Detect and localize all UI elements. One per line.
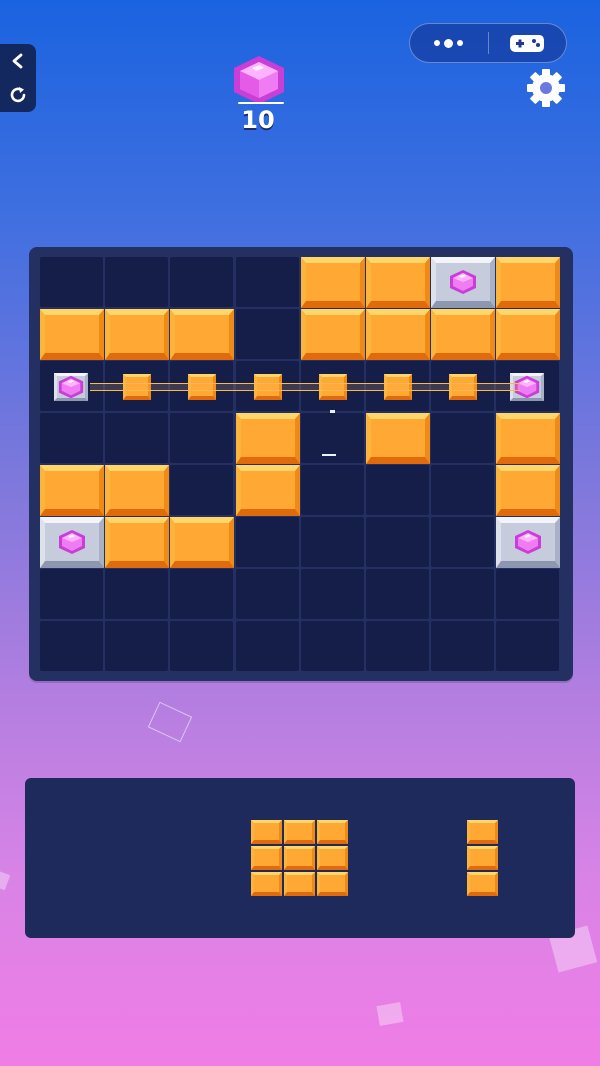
board-cell[interactable] bbox=[105, 621, 169, 671]
piece-block bbox=[467, 846, 498, 870]
orange-block bbox=[40, 309, 104, 360]
board-cell[interactable] bbox=[431, 413, 495, 463]
gem-icon bbox=[450, 270, 477, 294]
orange-block bbox=[496, 465, 561, 516]
piece-block bbox=[467, 820, 498, 844]
piece-block bbox=[284, 820, 315, 844]
piece-block bbox=[284, 872, 315, 896]
board-cell[interactable] bbox=[431, 517, 495, 567]
piece-block bbox=[317, 846, 348, 870]
deco-square-edge bbox=[0, 869, 11, 891]
gear-icon[interactable] bbox=[524, 66, 568, 110]
restart-button[interactable] bbox=[4, 81, 32, 109]
tray-piece-1x3[interactable] bbox=[467, 820, 498, 896]
chevron-left-icon bbox=[12, 53, 23, 69]
gem-stone-block bbox=[54, 373, 88, 401]
board-cell[interactable] bbox=[235, 257, 299, 307]
gem-stone-block bbox=[431, 257, 496, 308]
board-cell[interactable] bbox=[235, 569, 299, 619]
board-cell[interactable] bbox=[496, 621, 560, 671]
piece-block bbox=[251, 846, 282, 870]
orange-block bbox=[235, 465, 300, 516]
deco-diamond bbox=[147, 701, 193, 743]
gamepad-icon bbox=[510, 35, 545, 52]
board-cell[interactable] bbox=[170, 465, 234, 515]
board-cell[interactable] bbox=[300, 569, 364, 619]
refresh-icon bbox=[10, 87, 26, 103]
board-cell[interactable] bbox=[431, 465, 495, 515]
gem-stone-block bbox=[496, 517, 561, 568]
board-cell[interactable] bbox=[40, 257, 103, 307]
board-cell[interactable] bbox=[235, 621, 299, 671]
piece-block bbox=[251, 872, 282, 896]
gem-counter-icon bbox=[234, 56, 284, 104]
board-cell[interactable] bbox=[366, 465, 429, 515]
orange-block bbox=[170, 517, 235, 568]
gem-count: 10 bbox=[241, 106, 275, 134]
board-cell[interactable] bbox=[300, 465, 364, 515]
orange-block bbox=[496, 413, 561, 464]
tray-piece-3x3[interactable] bbox=[251, 820, 348, 896]
orange-block bbox=[105, 517, 170, 568]
orange-block bbox=[366, 309, 430, 360]
board-cell[interactable] bbox=[170, 413, 234, 463]
gem-icon bbox=[515, 530, 542, 554]
piece-block bbox=[317, 820, 348, 844]
board-cell[interactable] bbox=[40, 413, 103, 463]
board-cell[interactable] bbox=[300, 517, 364, 567]
piece-block bbox=[284, 846, 315, 870]
board-cell[interactable] bbox=[431, 569, 495, 619]
board-cell[interactable] bbox=[105, 569, 169, 619]
orange-block bbox=[300, 257, 365, 308]
orange-block bbox=[496, 309, 561, 360]
gem-icon bbox=[59, 530, 85, 554]
board-cell[interactable] bbox=[496, 569, 560, 619]
board-cell[interactable] bbox=[40, 569, 103, 619]
gem-stone-block bbox=[40, 517, 104, 568]
orange-block bbox=[366, 257, 430, 308]
piece-block bbox=[317, 872, 348, 896]
board-cell[interactable] bbox=[235, 309, 299, 359]
more-dots-icon bbox=[434, 38, 464, 48]
orange-block bbox=[170, 309, 235, 360]
back-button[interactable] bbox=[4, 47, 32, 75]
board-cell[interactable] bbox=[366, 569, 429, 619]
board-cell[interactable] bbox=[40, 621, 103, 671]
board-cell[interactable] bbox=[170, 257, 234, 307]
deco-square-small bbox=[376, 1002, 404, 1026]
board-cell[interactable] bbox=[431, 621, 495, 671]
clear-line-beam bbox=[90, 383, 520, 391]
more-button[interactable] bbox=[410, 24, 488, 62]
board-cell[interactable] bbox=[366, 621, 429, 671]
board-cell[interactable] bbox=[300, 621, 364, 671]
board-cell[interactable] bbox=[366, 517, 429, 567]
board-cell[interactable] bbox=[170, 569, 234, 619]
board-cell[interactable] bbox=[105, 257, 169, 307]
orange-block bbox=[105, 465, 170, 516]
piece-block bbox=[467, 872, 498, 896]
orange-block bbox=[496, 257, 561, 308]
particle-speck bbox=[322, 454, 336, 456]
orange-block bbox=[431, 309, 496, 360]
side-nav bbox=[0, 44, 36, 112]
gem-underline bbox=[238, 102, 284, 104]
gamepad-button[interactable] bbox=[489, 24, 567, 62]
orange-block bbox=[235, 413, 300, 464]
gem-icon bbox=[58, 375, 84, 399]
board-cell[interactable] bbox=[170, 621, 234, 671]
mini-program-capsule bbox=[409, 23, 567, 63]
orange-block bbox=[105, 309, 170, 360]
orange-block bbox=[366, 413, 430, 464]
board-cell[interactable] bbox=[105, 413, 169, 463]
piece-block bbox=[251, 820, 282, 844]
particle-speck bbox=[330, 410, 335, 413]
orange-block bbox=[300, 309, 365, 360]
board-cell[interactable] bbox=[235, 517, 299, 567]
orange-block bbox=[40, 465, 104, 516]
